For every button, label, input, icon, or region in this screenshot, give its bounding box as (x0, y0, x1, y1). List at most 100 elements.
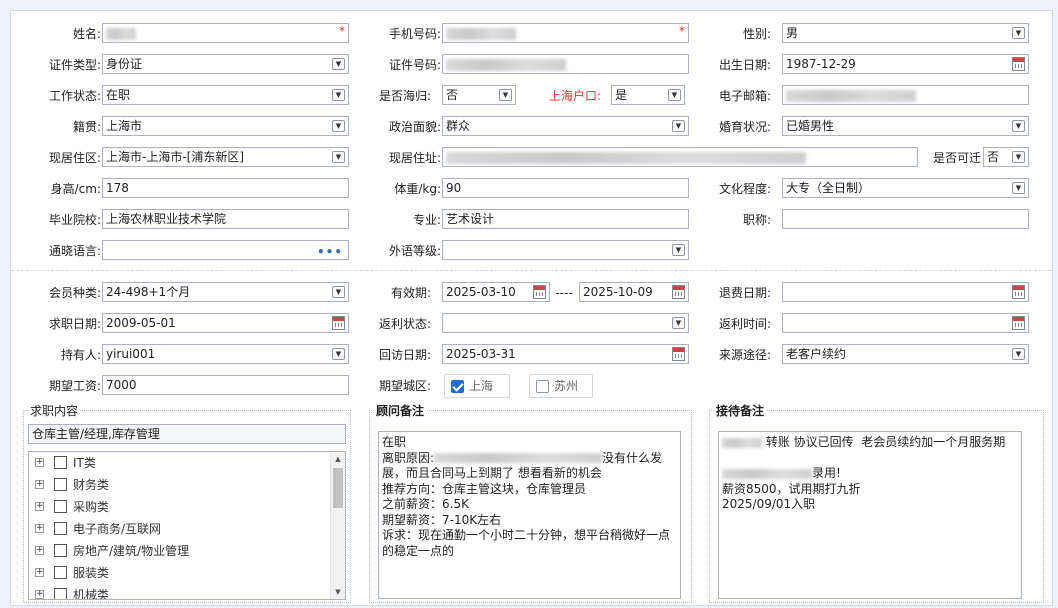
seek-date-field[interactable]: 2009-05-01 (102, 313, 349, 333)
gender-select[interactable]: 男 ▼ (782, 23, 1029, 43)
expand-icon[interactable]: + (35, 458, 44, 467)
email-field[interactable] (782, 85, 1029, 105)
id-type-select[interactable]: 身份证 ▼ (102, 54, 349, 74)
more-icon[interactable]: ••• (317, 243, 343, 259)
checkbox-icon[interactable] (54, 500, 67, 513)
checkbox-checked-icon[interactable] (451, 380, 464, 393)
political-select[interactable]: 群众 ▼ (442, 116, 689, 136)
tree-item-apparel[interactable]: + 服装类 (29, 562, 345, 584)
job-category-tree[interactable]: + IT类 + 财务类 + 采购类 + 电子商务/互联网 + 房地产/建筑/物业管理 + 服… (28, 451, 346, 600)
expand-icon[interactable]: + (35, 524, 44, 533)
expand-icon[interactable]: + (35, 480, 44, 489)
birth-date-field[interactable]: 1987-12-29 (782, 54, 1029, 74)
title-field[interactable] (782, 209, 1029, 229)
city-suzhou-checkbox[interactable]: 苏州 (529, 374, 593, 398)
visit-date-field[interactable]: 2025-03-31 (442, 344, 689, 364)
calendar-icon[interactable] (672, 285, 685, 299)
address-field[interactable] (442, 147, 918, 167)
origin-select[interactable]: 上海市 ▼ (102, 116, 349, 136)
expand-icon[interactable]: + (35, 590, 44, 599)
hukou-select[interactable]: 是 ▼ (611, 85, 685, 105)
id-no-field[interactable] (442, 54, 689, 74)
lang-field[interactable]: ••• (102, 240, 349, 260)
checkbox-icon[interactable] (54, 566, 67, 579)
edu-select[interactable]: 大专（全日制） ▼ (782, 178, 1029, 198)
foreign-select[interactable]: ▼ (442, 240, 689, 260)
checkbox-icon[interactable] (54, 588, 67, 599)
salary-field[interactable]: 7000 (102, 375, 349, 395)
phone-field[interactable]: * (442, 23, 689, 43)
calendar-icon[interactable] (1012, 316, 1025, 330)
major-field[interactable]: 艺术设计 (442, 209, 689, 229)
holder-select[interactable]: yirui001 ▼ (102, 344, 349, 364)
name-field[interactable]: * (102, 23, 349, 43)
reception-note-textarea[interactable]: 转账 协议已回传 老会员续约加一个月服务期 录用! 薪资8500，试用期打九折 20… (718, 431, 1022, 599)
rebate-time-field[interactable] (782, 313, 1029, 333)
advisor-note-group: 顾问备注 在职 离职原因: 没有什么发 展，而且合同马上到期了 想看看新的机会 推荐方向… (369, 404, 692, 603)
valid-to-field[interactable]: 2025-10-09 (579, 282, 689, 302)
dropdown-arrow-icon[interactable]: ▼ (668, 89, 681, 101)
dropdown-arrow-icon[interactable]: ▼ (332, 348, 345, 360)
scroll-up-icon[interactable]: ▲ (331, 452, 345, 466)
tree-item-purchase[interactable]: + 采购类 (29, 496, 345, 518)
residence-select[interactable]: 上海市-上海市-[浦东新区] ▼ (102, 147, 349, 167)
checkbox-icon[interactable] (54, 456, 67, 469)
tree-item-ecommerce[interactable]: + 电子商务/互联网 (29, 518, 345, 540)
dropdown-arrow-icon[interactable]: ▼ (332, 151, 345, 163)
dropdown-arrow-icon[interactable]: ▼ (332, 120, 345, 132)
work-select[interactable]: 在职 ▼ (102, 85, 349, 105)
expand-icon[interactable]: + (35, 546, 44, 555)
tree-item-finance[interactable]: + 财务类 (29, 474, 345, 496)
dropdown-arrow-icon[interactable]: ▼ (1012, 151, 1025, 163)
overseas-select[interactable]: 否 ▼ (442, 85, 516, 105)
expand-icon[interactable]: + (35, 502, 44, 511)
source-select[interactable]: 老客户续约 ▼ (782, 344, 1029, 364)
height-field[interactable]: 178 (102, 178, 349, 198)
row-work: 工作状态: 在职 ▼ 是否海归: 否 ▼ 上海户口: 是 ▼ 电子邮箱: (11, 85, 1052, 107)
calendar-icon[interactable] (672, 347, 685, 361)
advisor-note-textarea[interactable]: 在职 离职原因: 没有什么发 展，而且合同马上到期了 想看看新的机会 推荐方向：仓库主管… (378, 431, 681, 599)
school-field[interactable]: 上海农林职业技术学院 (102, 209, 349, 229)
id-type-value: 身份证 (106, 57, 143, 71)
valid-from-field[interactable]: 2025-03-10 (442, 282, 550, 302)
dropdown-arrow-icon[interactable]: ▼ (1012, 348, 1025, 360)
job-content-selected[interactable]: 仓库主管/经理,库存管理 (28, 424, 346, 444)
checkbox-icon[interactable] (54, 544, 67, 557)
dropdown-arrow-icon[interactable]: ▼ (672, 244, 685, 256)
row-salary: 期望工资: 7000 期望城区: 上海 苏州 (11, 374, 1052, 398)
calendar-icon[interactable] (1012, 285, 1025, 299)
tree-item-it[interactable]: + IT类 (29, 452, 345, 474)
email-label: 电子邮箱: (718, 89, 771, 103)
calendar-icon[interactable] (332, 316, 345, 330)
work-value: 在职 (106, 88, 131, 102)
tree-item-realestate[interactable]: + 房地产/建筑/物业管理 (29, 540, 345, 562)
dropdown-arrow-icon[interactable]: ▼ (1012, 120, 1025, 132)
weight-field[interactable]: 90 (442, 178, 689, 198)
dropdown-arrow-icon[interactable]: ▼ (332, 286, 345, 298)
rebate-status-select[interactable]: ▼ (442, 313, 689, 333)
checkbox-icon[interactable] (54, 478, 67, 491)
tree-item-machinery[interactable]: + 机械类 (29, 584, 345, 599)
city-shanghai-checkbox[interactable]: 上海 (444, 374, 510, 398)
checkbox-icon[interactable] (536, 380, 549, 393)
expand-icon[interactable]: + (35, 568, 44, 577)
address-label: 现居住址: (388, 151, 441, 165)
dropdown-arrow-icon[interactable]: ▼ (1012, 27, 1025, 39)
tree-scrollbar[interactable]: ▲ ▼ (330, 452, 345, 599)
dropdown-arrow-icon[interactable]: ▼ (1012, 182, 1025, 194)
calendar-icon[interactable] (533, 285, 546, 299)
relocate-select[interactable]: 否 ▼ (983, 147, 1029, 167)
dropdown-arrow-icon[interactable]: ▼ (672, 120, 685, 132)
member-select[interactable]: 24-498+1个月 ▼ (102, 282, 349, 302)
relocate-label: 是否可迁 (932, 151, 981, 165)
checkbox-icon[interactable] (54, 522, 67, 535)
scroll-thumb[interactable] (333, 468, 343, 508)
scroll-down-icon[interactable]: ▼ (331, 585, 345, 599)
dropdown-arrow-icon[interactable]: ▼ (499, 89, 512, 101)
dropdown-arrow-icon[interactable]: ▼ (672, 317, 685, 329)
refund-date-field[interactable] (782, 282, 1029, 302)
marital-select[interactable]: 已婚男性 ▼ (782, 116, 1029, 136)
dropdown-arrow-icon[interactable]: ▼ (332, 89, 345, 101)
calendar-icon[interactable] (1012, 57, 1025, 71)
dropdown-arrow-icon[interactable]: ▼ (332, 58, 345, 70)
